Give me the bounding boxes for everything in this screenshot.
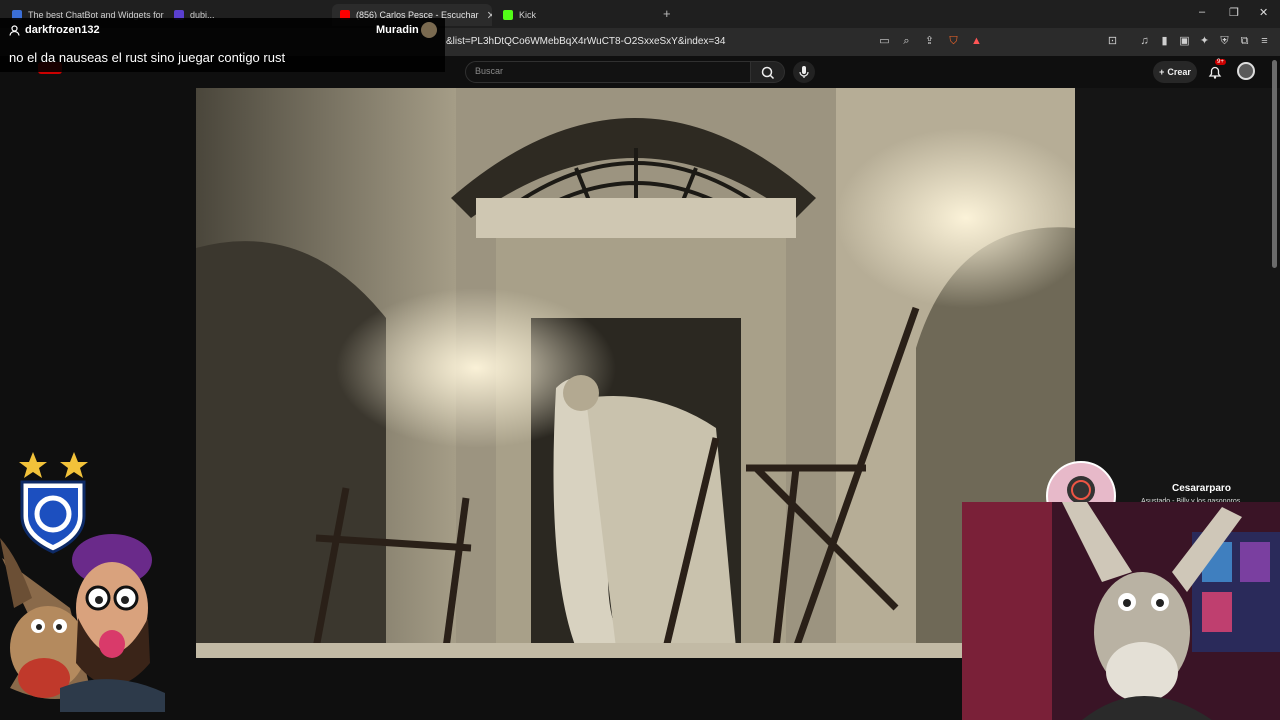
- close-window-icon[interactable]: ✕: [1259, 6, 1268, 19]
- cast-icon[interactable]: ▭: [878, 35, 891, 48]
- webcam-overlay: [962, 502, 1280, 720]
- create-button[interactable]: + Crear: [1153, 61, 1197, 83]
- extensions-icon[interactable]: ⧉: [1238, 35, 1251, 48]
- brave-shield-icon[interactable]: ⛉: [947, 35, 960, 48]
- sidebar-icon[interactable]: ▮: [1158, 35, 1171, 48]
- maximize-icon[interactable]: ❐: [1229, 6, 1239, 19]
- video-player[interactable]: [196, 88, 1075, 658]
- mascot-overlay-image: [0, 452, 165, 712]
- microphone-icon: [799, 66, 809, 78]
- user-icon: [9, 25, 20, 36]
- chat-username: darkfrozen132: [25, 24, 100, 36]
- notifications-bell-icon[interactable]: [1206, 63, 1224, 81]
- url-text: &list=PL3hDtQCo6WMebBqX4rWuCT8-O2SxxeSxY…: [446, 36, 726, 47]
- star-icon: [60, 452, 88, 478]
- search-icon: [761, 66, 775, 80]
- search-input[interactable]: Buscar: [465, 61, 751, 83]
- scrollbar[interactable]: [1272, 60, 1277, 268]
- streamer-name: Cesararparo: [1172, 483, 1231, 494]
- kick-favicon-icon: [503, 10, 513, 20]
- plus-icon[interactable]: +: [663, 6, 671, 21]
- tab-label: Kick: [519, 10, 537, 20]
- search-placeholder: Buscar: [475, 66, 504, 76]
- tab-kick[interactable]: Kick: [495, 4, 655, 26]
- webcam-image: [962, 502, 1280, 720]
- chat-channel-name: Muradin: [376, 24, 419, 36]
- channel-avatar: [421, 22, 437, 38]
- screen: The best ChatBot and Widgets for Ki dubi…: [0, 0, 1280, 720]
- music-icon[interactable]: ♫: [1138, 35, 1151, 48]
- close-tab-icon[interactable]: ✕: [487, 9, 492, 22]
- video-frame-image: [196, 88, 1075, 658]
- account-avatar[interactable]: [1237, 62, 1255, 80]
- search-button[interactable]: [751, 61, 785, 83]
- chat-message: no el da nauseas el rust sino juegar con…: [9, 50, 286, 65]
- chat-overlay: darkfrozen132 Muradin no el da nauseas e…: [0, 18, 445, 72]
- wallet-icon[interactable]: ▣: [1178, 35, 1191, 48]
- vpn-icon[interactable]: ⛨: [1218, 35, 1231, 48]
- notifications-badge: 9+: [1215, 59, 1226, 65]
- voice-search-button[interactable]: [793, 61, 815, 83]
- minimize-icon[interactable]: –: [1199, 6, 1205, 18]
- star-icon: [19, 452, 47, 478]
- menu-icon[interactable]: ≡: [1258, 35, 1271, 48]
- translate-icon[interactable]: ⊡: [1106, 35, 1119, 48]
- plus-icon: +: [1159, 67, 1165, 77]
- zoom-icon[interactable]: ⌕: [900, 35, 913, 48]
- create-label: Crear: [1167, 67, 1191, 77]
- rewards-icon[interactable]: ▲: [970, 35, 983, 48]
- share-icon[interactable]: ⇪: [923, 35, 936, 48]
- ai-icon[interactable]: ✦: [1198, 35, 1211, 48]
